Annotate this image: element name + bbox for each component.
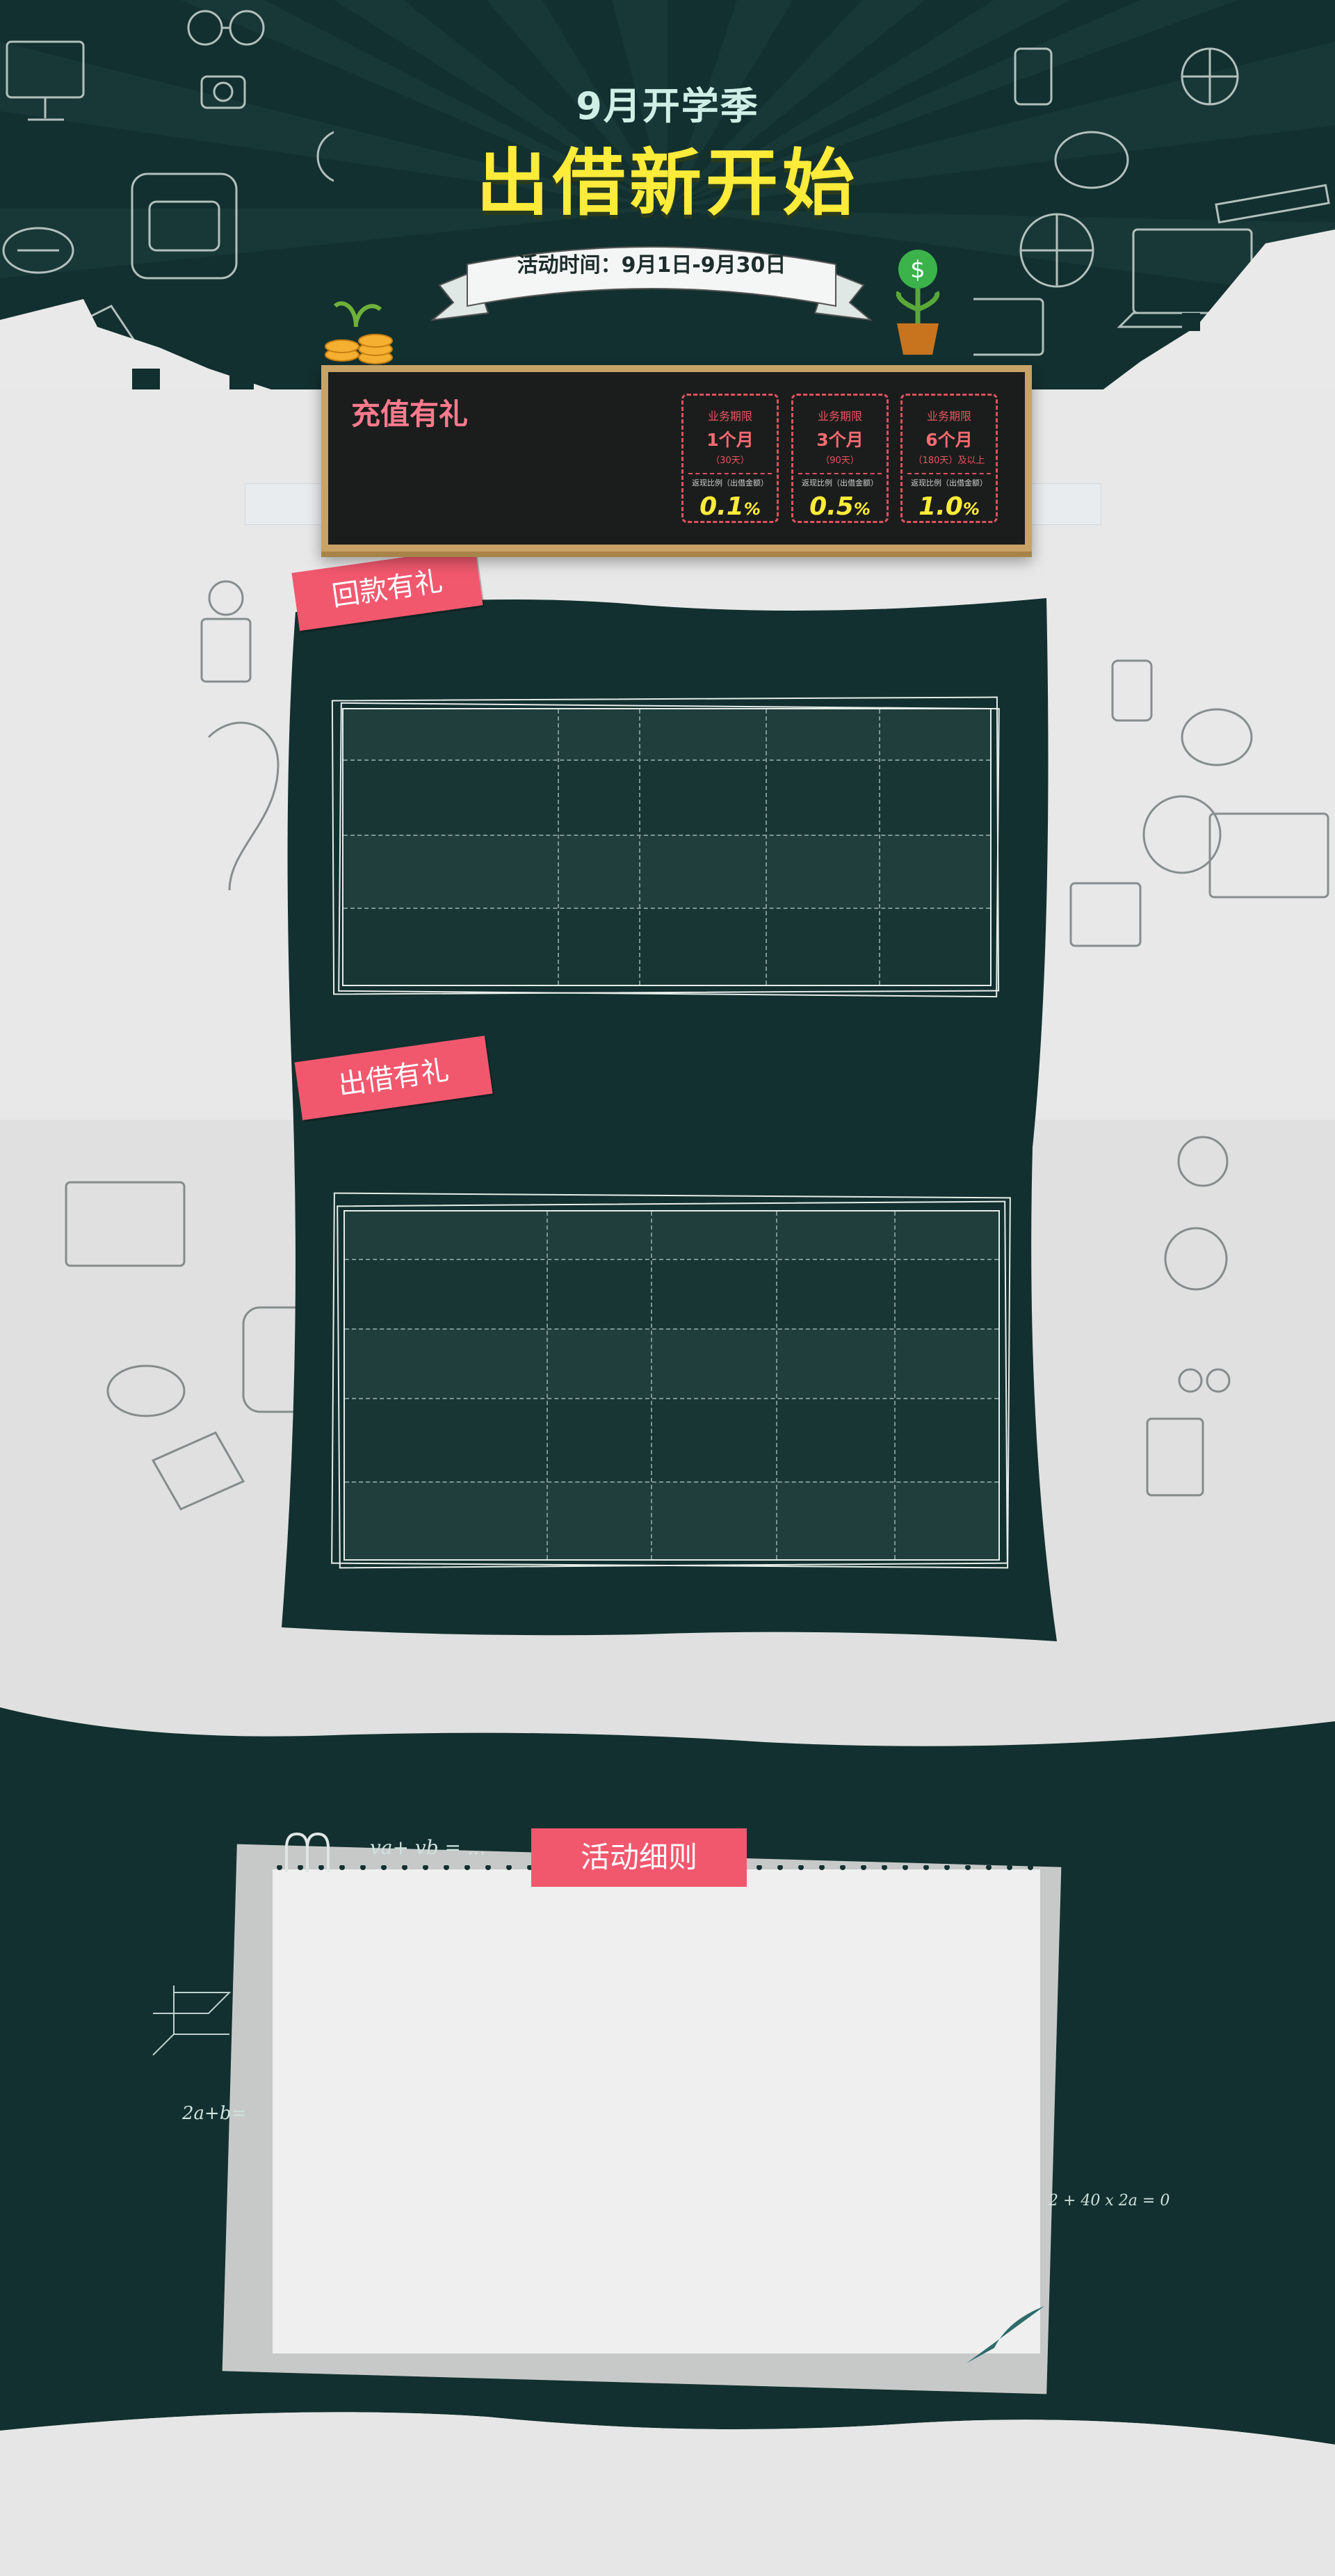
term-period: 1个月: [706, 430, 754, 450]
term-days: （30天）: [711, 456, 750, 466]
term-period: 3个月: [816, 430, 864, 450]
rate-value: 1.0%: [919, 492, 980, 521]
phone-icon: [1111, 659, 1153, 722]
term-label: 业务期限: [926, 410, 971, 423]
hero-subtitle: 9月开学季: [576, 84, 759, 128]
notebook-icon: [151, 1431, 245, 1511]
hero-title: 出借新开始: [476, 140, 859, 225]
binder-clip-icon: [285, 1832, 330, 1872]
glasses-icon: [187, 10, 223, 46]
term-period: 6个月: [925, 430, 973, 450]
term-days: （90天）: [820, 456, 859, 466]
activity-time: 活动时间：9月1日-9月30日: [517, 253, 786, 277]
clock-icon: [1164, 1227, 1228, 1291]
rate-card-1-month: 业务期限 1个月 （30天） 返现比例（出借金额） 0.1%: [681, 394, 779, 523]
football-icon: [106, 1365, 186, 1417]
rate-label: 返现比例（出借金额）: [911, 478, 987, 488]
drawer-icon: [200, 618, 252, 683]
rate-value: 0.5%: [809, 492, 871, 521]
table-row: [345, 1398, 998, 1481]
svg-text:$: $: [910, 256, 925, 284]
palette-icon: [1181, 708, 1253, 766]
rate-label: 返现比例（出借金额）: [692, 478, 768, 488]
term-label: 业务期限: [817, 410, 862, 423]
atom-icon: [1177, 1136, 1229, 1187]
book-icon: [1146, 1417, 1204, 1497]
table-row: [343, 709, 990, 759]
recharge-gift-title: 充值有礼: [351, 397, 469, 431]
character-doodle: [207, 721, 280, 891]
rules-content: [300, 1919, 1010, 2323]
laptop-icon: [1208, 812, 1329, 899]
rate-card-3-month: 业务期限 3个月 （90天） 返现比例（出借金额） 0.5%: [791, 394, 889, 523]
rate-card-6-month: 业务期限 6个月 （180天）及以上 返现比例（出借金额） 1.0%: [900, 394, 998, 523]
table-row: [345, 1259, 998, 1328]
table-row: [343, 908, 990, 985]
hero-banner: 9月开学季 出借新开始 活动时间：9月1日-9月30日 $: [0, 0, 1335, 389]
rules-tag: 活动细则: [531, 1828, 747, 1887]
glasses-icon: [1178, 1368, 1203, 1393]
money-plant-icon: $: [896, 250, 940, 355]
rate-label: 返现比例（出借金额）: [802, 478, 878, 488]
formula-doodle: va+ vb = ...: [370, 1836, 486, 1859]
table-row: [343, 759, 990, 835]
repay-gift-table: [342, 708, 992, 986]
formula-doodle: 2a+b=: [182, 2103, 247, 2124]
term-label: 业务期限: [707, 410, 752, 423]
monitor-icon: [65, 1181, 186, 1267]
alarm-clock-icon: [208, 580, 244, 616]
formula-doodle: 2 + 40 x 2a = 0: [1049, 2192, 1170, 2209]
coin-stack-icon: [325, 301, 393, 364]
table-row: [345, 1211, 998, 1259]
table-row: [345, 1328, 998, 1398]
calculator-icon: [1069, 882, 1142, 947]
lend-gift-table: [343, 1210, 1000, 1561]
term-days: （180天）及以上: [913, 456, 985, 466]
table-row: [343, 835, 990, 908]
rate-value: 0.1%: [699, 492, 761, 521]
table-row: [345, 1481, 998, 1559]
